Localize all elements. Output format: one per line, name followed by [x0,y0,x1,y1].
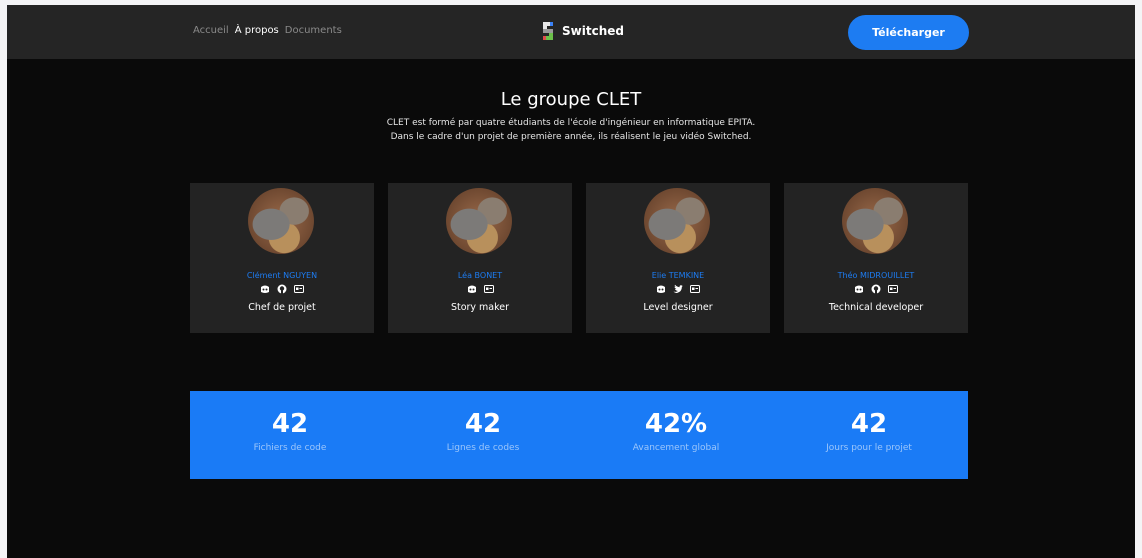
intro-line-2: Dans le cadre d'un projet de première an… [390,132,752,142]
stat-value: 42% [644,409,708,439]
stat-progress: 42% Avancement global [576,409,776,453]
page-title: Le groupe CLET [500,89,642,110]
avatar [644,188,710,254]
stat-days: 42 Jours pour le projet [769,409,969,453]
social-links [784,284,968,294]
id-card-icon[interactable] [483,284,494,294]
github-icon[interactable] [277,284,287,294]
navbar: Accueil À propos Documents Switched Télé… [7,5,1135,59]
stat-files: 42 Fichiers de code [190,409,390,453]
intro-line-1: CLET est formé par quatre étudiants de l… [386,118,756,128]
intro-section: Le groupe CLET CLET est formé par quatre… [7,89,1135,144]
nav-links: Accueil À propos Documents [193,25,342,36]
download-button[interactable]: Télécharger [848,15,969,50]
social-links [190,284,374,294]
stat-value: 42 [464,409,502,439]
discord-icon[interactable] [467,284,477,294]
member-role: Story maker [450,302,510,313]
members-grid: Clément NGUYEN Chef de projet Léa BONET … [190,183,968,333]
stat-value: 42 [271,409,309,439]
member-card: Théo MIDROUILLET Technical developer [784,183,968,333]
stats-banner: 42 Fichiers de code 42 Lignes de codes 4… [190,391,968,479]
member-card: Elie TEMKINE Level designer [586,183,770,333]
avatar [446,188,512,254]
id-card-icon[interactable] [888,284,898,294]
brand-name: Switched [562,24,624,38]
avatar [248,188,314,254]
discord-icon[interactable] [854,284,864,294]
id-card-icon[interactable] [294,284,304,294]
intro-text: CLET est formé par quatre étudiants de l… [7,116,1135,144]
social-links [586,284,770,294]
switched-logo-icon [543,22,553,40]
twitter-icon[interactable] [673,284,683,294]
stat-value: 42 [850,409,888,439]
member-name[interactable]: Théo MIDROUILLET [784,271,968,280]
stat-label: Fichiers de code [253,443,327,453]
member-role: Technical developer [828,302,924,313]
member-name[interactable]: Léa BONET [388,271,572,280]
stat-label: Lignes de codes [446,443,520,453]
stat-label: Avancement global [632,443,720,453]
nav-link-a-propos[interactable]: À propos [235,25,279,36]
github-icon[interactable] [871,284,881,294]
page: Accueil À propos Documents Switched Télé… [7,5,1135,558]
avatar [842,188,908,254]
member-card: Clément NGUYEN Chef de projet [190,183,374,333]
member-role: Chef de projet [248,302,316,313]
member-name[interactable]: Clément NGUYEN [190,271,374,280]
stat-label: Jours pour le projet [826,443,912,453]
member-name[interactable]: Elie TEMKINE [586,271,770,280]
member-role: Level designer [643,302,713,313]
social-links [388,284,572,294]
brand[interactable]: Switched [540,21,624,41]
nav-link-accueil[interactable]: Accueil [193,25,229,36]
id-card-icon[interactable] [690,284,700,294]
discord-icon[interactable] [260,284,270,294]
stat-lines: 42 Lignes de codes [383,409,583,453]
member-card: Léa BONET Story maker [388,183,572,333]
nav-link-documents[interactable]: Documents [285,25,342,36]
discord-icon[interactable] [656,284,666,294]
